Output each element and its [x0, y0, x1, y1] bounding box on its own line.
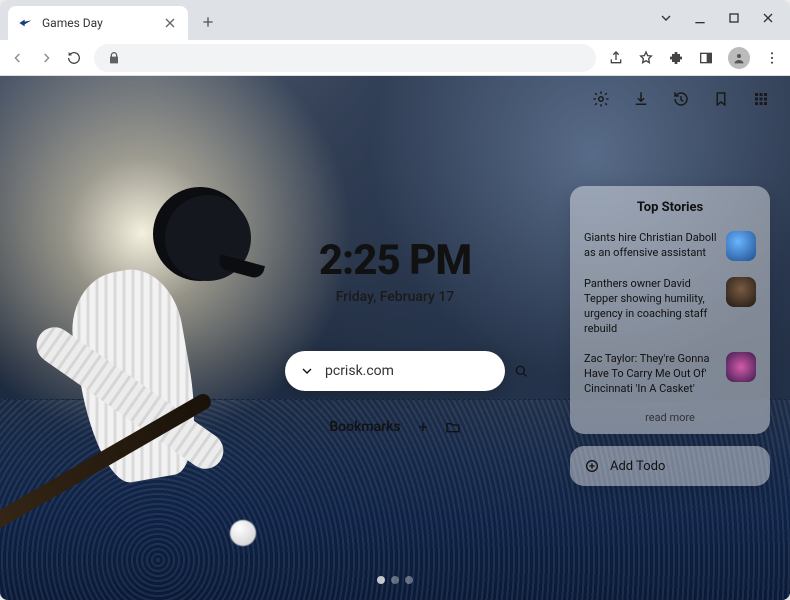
center-widgets: 2:25 PM Friday, February 17 Bookmarks — [285, 236, 505, 435]
kebab-menu-icon[interactable] — [764, 50, 780, 66]
share-icon[interactable] — [608, 50, 624, 66]
add-todo-button[interactable]: Add Todo — [570, 446, 770, 486]
back-button[interactable] — [10, 50, 26, 66]
sidepanel-icon[interactable] — [698, 50, 714, 66]
search-box[interactable] — [285, 351, 505, 391]
story-thumbnail — [726, 352, 756, 382]
download-icon[interactable] — [632, 90, 650, 108]
top-stories-title: Top Stories — [584, 200, 756, 215]
star-icon[interactable] — [638, 50, 654, 66]
new-tab-button[interactable] — [194, 8, 222, 36]
story-headline: Zac Taylor: They're Gonna Have To Carry … — [584, 352, 718, 397]
story-headline: Panthers owner David Tepper showing humi… — [584, 277, 718, 336]
search-icon[interactable] — [513, 363, 529, 379]
plus-circle-icon — [584, 458, 600, 474]
reload-button[interactable] — [66, 50, 82, 66]
tab-close-icon[interactable] — [162, 15, 178, 31]
tab-title: Games Day — [42, 16, 103, 30]
chevron-down-icon[interactable] — [299, 363, 315, 379]
page-dot[interactable] — [377, 576, 385, 584]
toolbar-right — [608, 47, 780, 69]
lock-icon — [106, 50, 122, 66]
clock-time: 2:25 PM — [285, 236, 505, 285]
page-indicator[interactable] — [377, 576, 413, 584]
bookmarks-bar: Bookmarks — [285, 419, 505, 435]
extensions-icon[interactable] — [668, 50, 684, 66]
minimize-icon[interactable] — [692, 10, 708, 26]
quick-toolbar — [592, 90, 770, 108]
close-window-icon[interactable] — [760, 10, 776, 26]
story-thumbnail — [726, 231, 756, 261]
window-controls — [658, 0, 790, 26]
tab-active[interactable]: Games Day — [8, 6, 188, 40]
tab-favicon-icon — [18, 15, 34, 31]
tab-strip: Games Day — [0, 0, 658, 40]
caret-down-icon[interactable] — [658, 10, 674, 26]
forward-button[interactable] — [38, 50, 54, 66]
page-dot[interactable] — [405, 576, 413, 584]
apps-grid-icon[interactable] — [752, 90, 770, 108]
restore-icon[interactable] — [726, 10, 742, 26]
settings-icon[interactable] — [592, 90, 610, 108]
newtab-content: 2:25 PM Friday, February 17 Bookmarks To… — [0, 76, 790, 600]
bookmarks-label: Bookmarks — [329, 419, 400, 435]
story-thumbnail — [726, 277, 756, 307]
bookmark-icon[interactable] — [712, 90, 730, 108]
history-icon[interactable] — [672, 90, 690, 108]
add-bookmark-icon[interactable] — [415, 419, 431, 435]
browser-window: Games Day — [0, 0, 790, 600]
address-bar[interactable] — [94, 44, 596, 72]
read-more-link[interactable]: read more — [584, 411, 756, 424]
story-item[interactable]: Panthers owner David Tepper showing humi… — [584, 269, 756, 344]
story-headline: Giants hire Christian Daboll as an offen… — [584, 231, 718, 261]
story-item[interactable]: Giants hire Christian Daboll as an offen… — [584, 223, 756, 269]
story-item[interactable]: Zac Taylor: They're Gonna Have To Carry … — [584, 344, 756, 405]
add-todo-label: Add Todo — [610, 459, 665, 474]
titlebar: Games Day — [0, 0, 790, 40]
search-input[interactable] — [325, 363, 503, 379]
bookmark-folder-icon[interactable] — [445, 419, 461, 435]
profile-avatar[interactable] — [728, 47, 750, 69]
top-stories-panel: Top Stories Giants hire Christian Daboll… — [570, 186, 770, 434]
clock-date: Friday, February 17 — [285, 289, 505, 305]
page-dot[interactable] — [391, 576, 399, 584]
browser-toolbar — [0, 40, 790, 76]
